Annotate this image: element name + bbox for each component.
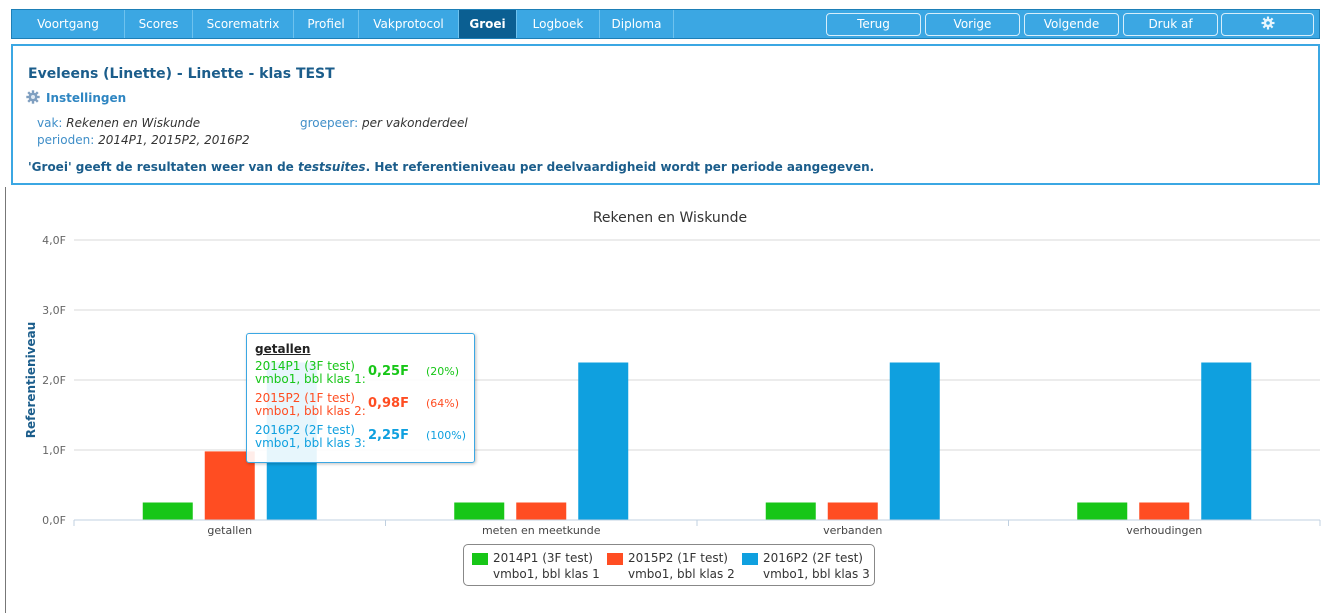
tooltip-class: vmbo1, bbl klas 1: [255,372,366,386]
y-axis-label: Referentieniveau [24,322,38,439]
legend-swatch [607,553,623,565]
legend-label: 2014P1 (3F test) [493,551,593,565]
bar [765,502,816,520]
legend-sublabel: vmbo1, bbl klas 3 [763,567,870,581]
legend-sublabel: vmbo1, bbl klas 2 [628,567,735,581]
bar [516,502,567,520]
tooltip-title: getallen [255,342,311,356]
chart-tooltip: getallen 2014P1 (3F test) vmbo1, bbl kla… [246,333,475,463]
legend-swatch [742,553,758,565]
y-tick-label: 3,0F [42,304,66,317]
bar [142,502,193,520]
tooltip-class: vmbo1, bbl klas 3: [255,436,366,450]
tooltip-value: 0,25F [368,364,409,379]
tooltip-period: 2014P1 (3F test) [255,359,355,373]
legend-swatch [472,553,488,565]
tooltip-row: 2016P2 (2F test) vmbo1, bbl klas 3: 2,25… [255,423,470,453]
legend-label: 2015P2 (1F test) [628,551,728,565]
legend-label: 2016P2 (2F test) [763,551,863,565]
bar [827,502,878,520]
growth-chart: Rekenen en Wiskunde Referentieniveau 0,0… [24,210,1321,537]
y-tick-label: 0,0F [42,514,66,527]
tooltip-percent: (100%) [426,429,467,442]
bar [1201,362,1252,520]
x-tick-label: getallen [207,524,252,537]
y-tick-label: 4,0F [42,234,66,247]
y-tick-label: 2,0F [42,374,66,387]
tooltip-period: 2016P2 (2F test) [255,423,355,437]
x-tick-label: verbanden [823,524,882,537]
tooltip-row: 2015P2 (1F test) vmbo1, bbl klas 2: 0,98… [255,391,470,421]
x-tick-label: verhoudingen [1126,524,1202,537]
bar [578,362,629,520]
tooltip-class: vmbo1, bbl klas 2: [255,404,366,418]
legend-item-2015p2[interactable]: 2015P2 (1F test) vmbo1, bbl klas 2 [607,551,737,581]
legend-item-2016p2[interactable]: 2016P2 (2F test) vmbo1, bbl klas 3 [742,551,872,581]
bar [889,362,940,520]
tooltip-value: 0,98F [368,396,409,411]
bar [1077,502,1128,520]
bar [454,502,505,520]
legend-sublabel: vmbo1, bbl klas 1 [493,567,600,581]
tooltip-value: 2,25F [368,428,409,443]
chart-legend: 2014P1 (3F test) vmbo1, bbl klas 1 2015P… [463,544,875,586]
tooltip-row: 2014P1 (3F test) vmbo1, bbl klas 1: 0,25… [255,359,470,389]
tooltip-percent: (64%) [426,397,460,410]
bar [1139,502,1190,520]
x-tick-label: meten en meetkunde [482,524,601,537]
tooltip-percent: (20%) [426,365,460,378]
legend-item-2014p1[interactable]: 2014P1 (3F test) vmbo1, bbl klas 1 [472,551,602,581]
chart-title: Rekenen en Wiskunde [593,210,747,226]
tooltip-period: 2015P2 (1F test) [255,391,355,405]
y-tick-label: 1,0F [42,444,66,457]
